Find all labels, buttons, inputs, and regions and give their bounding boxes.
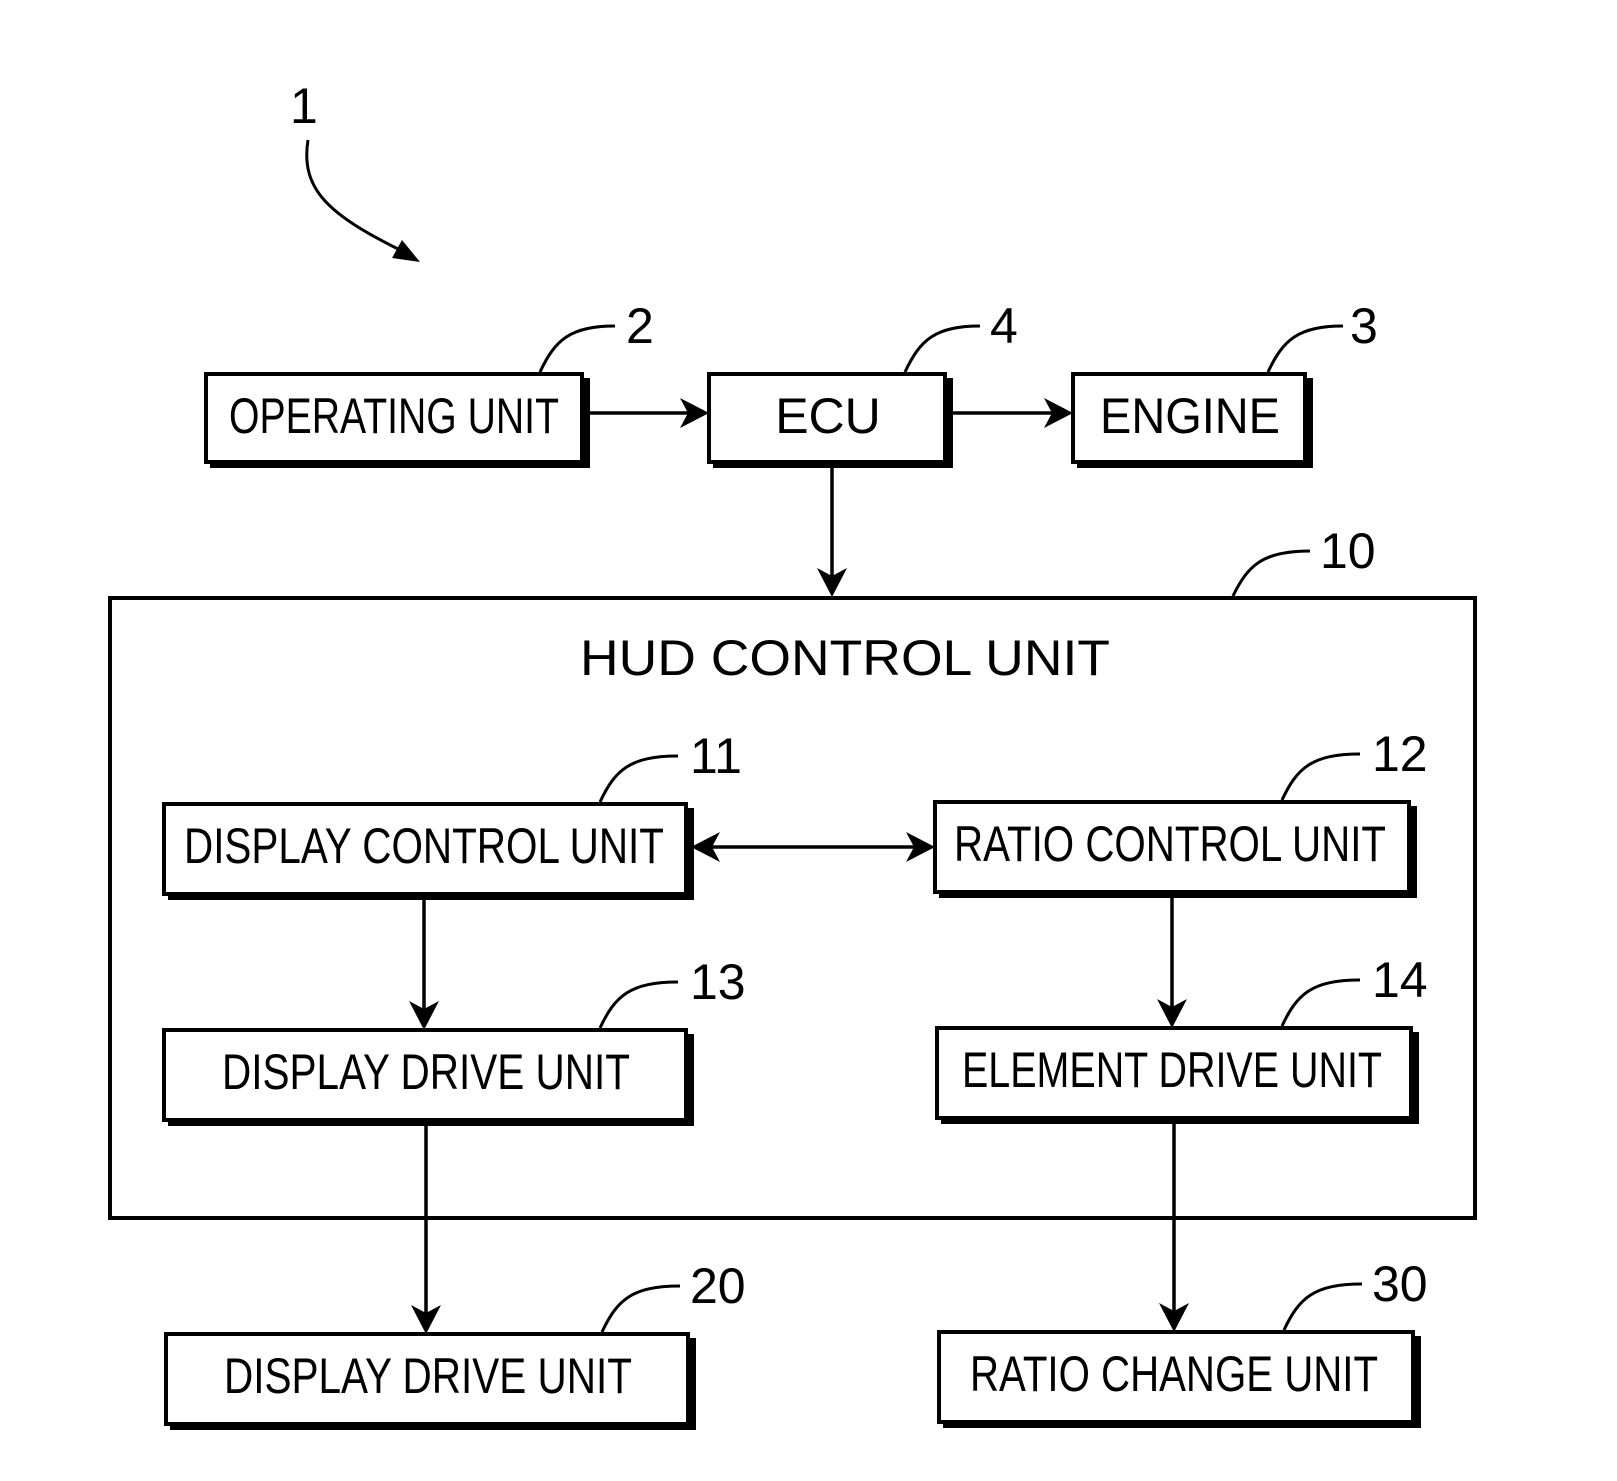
hud-control-unit-label: HUD CONTROL UNIT — [580, 630, 1110, 686]
element-drive-unit-ref: 14 — [1372, 952, 1428, 1008]
ratio-change-unit-leader — [1282, 1282, 1363, 1331]
display-control-unit-label: DISPLAY CONTROL UNIT — [184, 818, 664, 874]
ratio-control-unit-leader — [1280, 752, 1361, 801]
ecu-label: ECU — [775, 388, 881, 444]
display-drive-unit-outer-block: DISPLAY DRIVE UNIT — [164, 1332, 696, 1430]
engine-leader — [1266, 324, 1344, 373]
engine-block: ENGINE — [1071, 372, 1313, 468]
ratio-control-unit-ref: 12 — [1372, 726, 1428, 782]
display-control-unit-leader — [598, 754, 679, 803]
operating-unit-label: OPERATING UNIT — [229, 388, 559, 444]
figure-ref-number: 1 — [290, 78, 318, 134]
figure-ref-arrow-line — [305, 139, 401, 252]
operating-unit-leader — [538, 324, 616, 373]
hud-control-unit-leader — [1231, 549, 1311, 597]
block-diagram: 1 OPERATING UNIT 2 ECU 4 ENGINE 3 HUD CO… — [108, 78, 1477, 1430]
ratio-control-unit-label: RATIO CONTROL UNIT — [954, 816, 1386, 872]
element-drive-unit-block: ELEMENT DRIVE UNIT — [935, 1026, 1419, 1124]
ecu-leader — [903, 324, 981, 373]
figure-ref-arrowhead-icon — [392, 240, 420, 262]
operating-unit-block: OPERATING UNIT — [204, 372, 590, 468]
display-drive-unit-inner-block: DISPLAY DRIVE UNIT — [162, 1028, 694, 1126]
engine-ref: 3 — [1350, 298, 1378, 354]
ecu-block: ECU — [707, 372, 953, 468]
element-drive-unit-leader — [1280, 978, 1361, 1027]
display-drive-unit-inner-ref: 13 — [690, 954, 746, 1010]
display-drive-unit-outer-ref: 20 — [690, 1258, 746, 1314]
element-drive-unit-label: ELEMENT DRIVE UNIT — [962, 1042, 1382, 1098]
display-control-unit-ref: 11 — [690, 728, 742, 784]
ratio-control-unit-block: RATIO CONTROL UNIT — [933, 800, 1417, 898]
ratio-change-unit-ref: 30 — [1372, 1256, 1428, 1312]
ecu-ref: 4 — [990, 298, 1018, 354]
display-drive-unit-inner-label: DISPLAY DRIVE UNIT — [222, 1044, 630, 1100]
display-drive-unit-inner-leader — [598, 980, 679, 1029]
hud-control-unit-ref: 10 — [1320, 523, 1376, 579]
operating-unit-ref: 2 — [626, 298, 654, 354]
display-drive-unit-outer-label: DISPLAY DRIVE UNIT — [224, 1348, 632, 1404]
display-control-unit-block: DISPLAY CONTROL UNIT — [162, 802, 694, 900]
display-drive-unit-outer-leader — [600, 1284, 681, 1333]
engine-label: ENGINE — [1100, 388, 1280, 444]
ratio-change-unit-block: RATIO CHANGE UNIT — [937, 1330, 1421, 1428]
ratio-change-unit-label: RATIO CHANGE UNIT — [970, 1346, 1378, 1402]
